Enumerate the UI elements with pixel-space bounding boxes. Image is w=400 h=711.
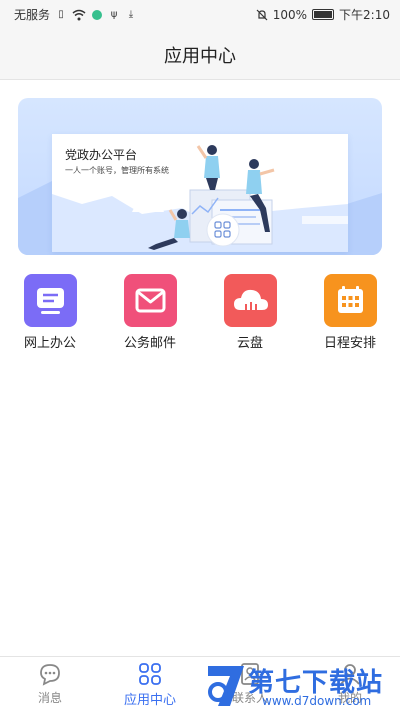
apps-icon: [139, 663, 161, 685]
app-grid: 网上办公 公务邮件 云盘 日程安排: [0, 272, 400, 352]
cloud-icon: [223, 274, 277, 327]
mute-icon: [256, 9, 268, 20]
status-right: 100% 下午2:10: [256, 6, 390, 23]
app-schedule[interactable]: 日程安排: [310, 272, 390, 352]
promo-banner[interactable]: 党政办公平台 一人一个账号，管理所有系统: [18, 98, 382, 255]
nav-app-center[interactable]: 应用中心: [110, 661, 190, 709]
document-icon: [23, 274, 77, 327]
title-bar: 应用中心: [0, 28, 400, 80]
carrier-text: 无服务: [14, 8, 51, 22]
calendar-icon: [323, 274, 377, 327]
status-bar: 无服务 ▯ ψ ⤓ 100% 下午2:10: [0, 0, 400, 28]
banner-subtitle: 一人一个账号，管理所有系统: [65, 166, 169, 175]
vpn-icon: [92, 9, 103, 20]
status-left: 无服务 ▯ ψ ⤓: [14, 6, 137, 23]
usb-icon: ψ: [110, 8, 118, 20]
mail-icon: [123, 274, 177, 327]
app-label: 网上办公: [23, 336, 76, 351]
chat-icon: [40, 664, 60, 686]
sim-icon: ▯: [58, 8, 64, 20]
banner-card: 党政办公平台 一人一个账号，管理所有系统: [52, 134, 348, 252]
battery-percent: 100%: [272, 7, 308, 22]
app-cloud-disk[interactable]: 云盘: [210, 272, 290, 352]
battery-icon: [312, 9, 335, 20]
download-icon: ⤓: [128, 8, 134, 20]
page-title: 应用中心: [164, 46, 236, 67]
bottom-nav: 消息 应用中心 联系人 我的: [0, 656, 400, 711]
app-official-mail[interactable]: 公务邮件: [110, 272, 190, 352]
nav-label: 应用中心: [123, 693, 176, 708]
nav-contacts[interactable]: 联系人: [210, 661, 290, 709]
clock-time: 下午2:10: [339, 8, 390, 22]
nav-messages[interactable]: 消息: [10, 661, 90, 709]
nav-label: 联系人: [231, 691, 268, 705]
nav-profile[interactable]: 我的: [310, 661, 390, 709]
nav-label: 我的: [337, 691, 362, 705]
app-online-office[interactable]: 网上办公: [10, 272, 90, 352]
app-label: 公务邮件: [123, 336, 176, 351]
contacts-icon: [241, 663, 259, 685]
banner-title: 党政办公平台: [65, 148, 138, 162]
app-label: 云盘: [236, 336, 263, 351]
nav-label: 消息: [37, 691, 62, 705]
app-label: 日程安排: [323, 336, 376, 351]
wifi-icon: [72, 9, 86, 20]
profile-icon: [340, 664, 360, 685]
